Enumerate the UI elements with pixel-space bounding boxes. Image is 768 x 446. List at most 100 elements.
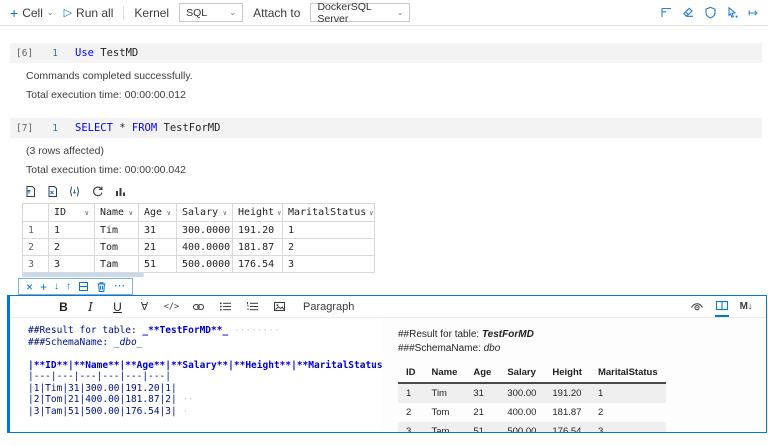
save-as-excel-icon[interactable] [46, 185, 58, 198]
chevron-down-icon: ⌄ [229, 8, 236, 17]
preview-cell: 1 [590, 383, 666, 403]
grid-cell[interactable]: 2 [49, 239, 95, 256]
filter-chevron-icon[interactable]: ∨ [167, 209, 171, 217]
split-view-icon[interactable] [715, 296, 729, 317]
markdown-source-line[interactable]: |**ID**|**Name**|**Age**|**Salary**|**He… [28, 360, 382, 372]
italic-button[interactable]: I [77, 296, 104, 317]
preview-table: IDNameAgeSalaryHeightMaritalStatus 1Tim3… [398, 365, 666, 432]
show-chart-icon[interactable] [114, 185, 127, 198]
trusted-shield-icon[interactable] [704, 6, 717, 19]
grid-horizontal-scrollbar[interactable] [22, 273, 144, 277]
grid-cell[interactable]: 3 [283, 256, 375, 273]
code-cell-6[interactable]: [6] 1 Use TestMD [10, 43, 762, 63]
toolbar-separator [123, 6, 124, 20]
notebook-toolbar: + Cell ⌄ ▷ Run all Kernel SQL ⌄ Attach t… [0, 0, 768, 26]
trash-icon[interactable] [96, 281, 107, 293]
split-cell-icon[interactable] [78, 281, 89, 292]
run-all-button[interactable]: ▷ Run all [64, 6, 114, 20]
markdown-view-icon[interactable]: M↓ [740, 296, 752, 317]
markdown-source-line[interactable]: |---|---|---|---|---|---| [28, 371, 382, 383]
add-cell-label: Cell [22, 6, 43, 20]
grid-cell[interactable]: 400.0000 [177, 239, 233, 256]
add-cell-icon[interactable]: + [40, 281, 47, 293]
grid-cell[interactable]: 3 [49, 256, 95, 273]
code-line[interactable]: SELECT * FROM TestForMD [75, 122, 220, 134]
grid-cell[interactable]: 1 [283, 222, 375, 239]
add-cell-button[interactable]: + Cell ⌄ [10, 6, 54, 20]
filter-chevron-icon[interactable]: ∨ [277, 209, 281, 217]
results-grid: ID∨Name∨Age∨Salary∨Height∨MaritalStatus∨… [22, 203, 375, 273]
grid-cell[interactable]: 181.87 [233, 239, 283, 256]
grid-cell[interactable]: 2 [283, 239, 375, 256]
markdown-token: |**ID**|**Name**|**Age**|**Salary**|**He… [28, 360, 382, 371]
grid-cell[interactable]: Tam [95, 256, 139, 273]
grid-cell[interactable]: 1 [49, 222, 95, 239]
numbered-list-icon[interactable] [239, 296, 266, 317]
grid-row-number[interactable]: 1 [23, 222, 49, 239]
bullet-list-icon[interactable] [212, 296, 239, 317]
preview-cell: 400.00 [499, 403, 544, 422]
grid-row-number[interactable]: 3 [23, 256, 49, 273]
attach-to-select[interactable]: DockerSQL Server ⌄ [310, 3, 410, 22]
save-as-xml-icon[interactable] [91, 185, 104, 198]
code-token: Use [75, 47, 94, 59]
grid-column-header[interactable]: Name ∨ [95, 204, 139, 222]
preview-cell: Tam [424, 422, 466, 432]
grid-cell[interactable]: Tom [95, 239, 139, 256]
column-label: Name [100, 207, 124, 218]
grid-cell[interactable]: 31 [139, 222, 177, 239]
filter-chevron-icon[interactable]: ∨ [369, 209, 373, 217]
grid-cell[interactable]: Tim [95, 222, 139, 239]
grid-column-header[interactable]: Salary∨ [177, 204, 233, 222]
pointer-run-icon[interactable] [726, 6, 739, 19]
clear-results-icon[interactable] [682, 6, 695, 19]
code-token: * [113, 122, 132, 134]
column-label: Age [144, 207, 162, 218]
grid-column-header[interactable]: MaritalStatus∨ [283, 204, 375, 222]
execution-time: Total execution time: 00:00:00.042 [26, 164, 186, 176]
bold-button[interactable]: B [50, 296, 77, 317]
preview-cell: Tim [424, 383, 466, 403]
collapse-cells-icon[interactable] [660, 6, 673, 19]
code-cell-7[interactable]: [7] 1 SELECT * FROM TestForMD [10, 118, 762, 138]
resize-icon[interactable]: ↦ [748, 7, 758, 19]
move-up-icon[interactable]: ↑ [66, 282, 71, 292]
markdown-source-line[interactable]: |3|Tam|51|500.00|176.54|3| · [28, 406, 382, 418]
grid-corner-cell[interactable] [23, 204, 49, 222]
close-cell-icon[interactable]: × [26, 281, 33, 293]
grid-cell[interactable]: 51 [139, 256, 177, 273]
filter-chevron-icon[interactable]: ∨ [223, 209, 227, 217]
grid-column-header[interactable]: Age ∨ [139, 204, 177, 222]
underline-button[interactable]: U [104, 296, 131, 317]
code-icon[interactable]: </> [158, 296, 185, 317]
save-as-json-icon[interactable] [68, 185, 81, 198]
grid-column-header[interactable]: ID∨ [49, 204, 95, 222]
code-line[interactable]: Use TestMD [75, 47, 138, 59]
grid-row-number[interactable]: 2 [23, 239, 49, 256]
grid-cell[interactable]: 500.0000 [177, 256, 233, 273]
save-as-csv-icon[interactable] [24, 185, 36, 198]
paragraph-style-dropdown[interactable]: Paragraph [303, 301, 354, 313]
markdown-source-line[interactable]: ###SchemaName: _dbo_ [28, 337, 382, 349]
preview-cell: 3 [590, 422, 666, 432]
more-actions-icon[interactable]: ⋯ [114, 281, 125, 292]
insert-link-icon[interactable] [185, 296, 212, 317]
markdown-source-line[interactable]: ##Result for table: _**TestForMD**_ ····… [28, 325, 382, 337]
markdown-source-line[interactable] [28, 348, 382, 360]
kernel-select[interactable]: SQL ⌄ [179, 3, 243, 22]
move-down-icon[interactable]: ↓ [54, 282, 59, 292]
markdown-source-line[interactable]: |2|Tom|21|400.00|181.87|2| ·· [28, 394, 382, 406]
grid-cell[interactable]: 191.20 [233, 222, 283, 239]
insert-image-icon[interactable] [266, 296, 293, 317]
preview-schema: ###SchemaName: dbo [398, 342, 766, 356]
filter-chevron-icon[interactable]: ∨ [129, 209, 133, 217]
filter-chevron-icon[interactable]: ∨ [85, 209, 89, 217]
highlight-icon[interactable]: ∀ [131, 296, 158, 317]
markdown-source-pane[interactable]: ##Result for table: _**TestForMD**_ ····… [10, 319, 382, 432]
grid-cell[interactable]: 21 [139, 239, 177, 256]
grid-cell[interactable]: 300.0000 [177, 222, 233, 239]
grid-column-header[interactable]: Height∨ [233, 204, 283, 222]
rich-text-view-icon[interactable] [690, 296, 704, 317]
grid-cell[interactable]: 176.54 [233, 256, 283, 273]
markdown-source-line[interactable]: |1|Tim|31|300.00|191.20|1| [28, 383, 382, 395]
